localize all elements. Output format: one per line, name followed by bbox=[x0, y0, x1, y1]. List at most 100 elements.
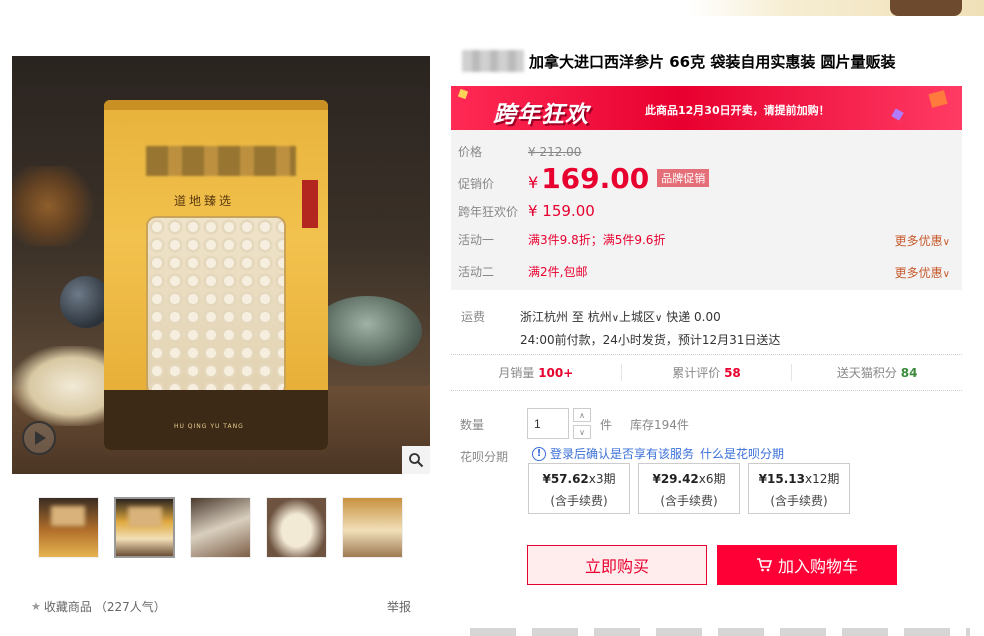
promo-price-row: 促销价 ¥ 169.00 品牌促销 bbox=[458, 162, 710, 195]
district-value: 上城区 bbox=[619, 310, 656, 324]
stats-bar: 月销量 100+ 累计评价 58 送天猫积分 84 bbox=[451, 354, 962, 391]
installment-amount: ¥29.42 bbox=[652, 472, 699, 486]
installment-info: ! 登录后确认是否享有该服务 什么是花呗分期 bbox=[532, 445, 784, 462]
installment-periods: x12期 bbox=[804, 472, 840, 486]
bag-window-slices bbox=[146, 216, 286, 396]
original-price-row: 价格 ¥ 212.00 bbox=[458, 143, 581, 160]
shipping-route: 浙江杭州 至 杭州∨上城区∨ 快递 0.00 bbox=[520, 308, 721, 325]
stat-label: 月销量 bbox=[498, 366, 535, 380]
add-to-cart-button[interactable]: 加入购物车 bbox=[717, 545, 897, 585]
installment-options: ¥57.62x3期 (含手续费) ¥29.42x6期 (含手续费) ¥15.13… bbox=[528, 463, 850, 514]
quantity-unit: 件 bbox=[600, 418, 613, 432]
promo-tag: 品牌促销 bbox=[657, 169, 710, 187]
installment-option-6[interactable]: ¥29.42x6期 (含手续费) bbox=[638, 463, 740, 514]
shipping-method: 快递 0.00 bbox=[666, 310, 721, 324]
bag-red-seal bbox=[302, 180, 318, 228]
bag-seal-strip bbox=[104, 100, 328, 110]
banner-note: 此商品12月30日开卖，请提前加购！ bbox=[645, 104, 830, 117]
thumbnail-blur bbox=[128, 507, 162, 527]
play-video-button[interactable] bbox=[22, 421, 56, 455]
city-select[interactable]: 杭州∨ bbox=[588, 310, 619, 324]
banner-confetti bbox=[457, 88, 469, 100]
title-row: 加拿大进口西洋参片 66克 袋装自用实惠装 圆片量贩装 bbox=[462, 50, 896, 72]
festival-price-label: 跨年狂欢价 bbox=[458, 205, 519, 219]
more-offers-2[interactable]: 更多优惠∨ bbox=[895, 264, 950, 281]
more-offers-label: 更多优惠 bbox=[894, 266, 943, 280]
installment-periods: x3期 bbox=[588, 472, 616, 486]
chevron-down-icon: ∨ bbox=[611, 313, 620, 324]
chevron-down-icon: ∨ bbox=[942, 269, 950, 280]
quantity-increase[interactable]: ∧ bbox=[573, 408, 591, 422]
favorite-label: 收藏商品 bbox=[43, 600, 92, 614]
stat-label: 累计评价 bbox=[672, 366, 721, 380]
activity-row-2: 活动二 满2件,包邮 bbox=[458, 263, 587, 280]
stat-label: 送天猫积分 bbox=[836, 366, 897, 380]
ship-from: 浙江杭州 bbox=[520, 310, 569, 324]
installment-help-link[interactable]: 什么是花呗分期 bbox=[700, 445, 784, 462]
installment-option-12[interactable]: ¥15.13x12期 (含手续费) bbox=[748, 463, 850, 514]
thumbnail-5[interactable] bbox=[342, 497, 403, 558]
installment-fee: (含手续费) bbox=[660, 494, 718, 508]
delivery-note: 24:00前付款，24小时发货，预计12月31日送达 bbox=[520, 333, 781, 347]
promo-banner: 跨年狂欢 此商品12月30日开卖，请提前加购！ bbox=[451, 86, 962, 130]
stock-count: 库存194件 bbox=[630, 418, 689, 432]
blurred-brand-name bbox=[462, 50, 524, 72]
original-price: ¥ 212.00 bbox=[528, 145, 582, 159]
activity-label: 活动一 bbox=[458, 233, 495, 247]
tmall-points: 送天猫积分 84 bbox=[792, 364, 962, 381]
activity-row-1: 活动一 满3件9.8折；满5件9.6折 bbox=[458, 231, 665, 248]
quantity-input[interactable] bbox=[527, 408, 569, 439]
chevron-down-icon: ∨ bbox=[942, 237, 950, 248]
review-count[interactable]: 累计评价 58 bbox=[622, 364, 793, 381]
monthly-sales: 月销量 100+ bbox=[451, 364, 622, 381]
main-product-image[interactable]: 道地臻选 HU QING YU TANG bbox=[12, 56, 430, 474]
stat-value: 84 bbox=[900, 366, 918, 380]
popularity-count: （227人气） bbox=[94, 600, 166, 614]
bag-bottom-band: HU QING YU TANG bbox=[104, 390, 328, 450]
cart-icon bbox=[756, 557, 772, 573]
activity-text: 满2件,包邮 bbox=[528, 265, 588, 279]
installment-amount: ¥57.62 bbox=[542, 472, 589, 486]
banner-giftbox bbox=[928, 90, 948, 108]
thumbnail-4[interactable] bbox=[266, 497, 327, 558]
festival-price: ¥ 159.00 bbox=[528, 202, 595, 220]
thumbnail-blur bbox=[51, 506, 85, 526]
stat-value: 100+ bbox=[538, 366, 574, 380]
report-link[interactable]: 举报 bbox=[387, 598, 411, 615]
background-bowl bbox=[312, 296, 422, 366]
thumbnail-2[interactable] bbox=[114, 497, 175, 558]
thumbnail-1[interactable] bbox=[38, 497, 99, 558]
installment-login-note[interactable]: 登录后确认是否享有该服务 bbox=[550, 445, 694, 462]
installment-label: 花呗分期 bbox=[460, 450, 509, 464]
installment-fee: (含手续费) bbox=[550, 494, 608, 508]
zoom-button[interactable] bbox=[402, 446, 430, 474]
original-price-label: 价格 bbox=[458, 145, 483, 159]
city-value: 杭州 bbox=[587, 310, 612, 324]
activity-text: 满3件9.8折；满5件9.6折 bbox=[528, 233, 666, 247]
district-select[interactable]: 上城区∨ bbox=[619, 310, 662, 324]
more-offers-label: 更多优惠 bbox=[894, 234, 943, 248]
quantity-decrease[interactable]: ∨ bbox=[573, 425, 591, 439]
favorite-link[interactable]: ★ 收藏商品 （227人气） bbox=[31, 598, 166, 615]
product-title: 加拿大进口西洋参片 66克 袋装自用实惠装 圆片量贩装 bbox=[529, 52, 896, 71]
promo-price-label: 促销价 bbox=[458, 177, 495, 191]
activity-label: 活动二 bbox=[458, 265, 495, 279]
top-banner-strip bbox=[0, 0, 984, 16]
price-panel: 价格 ¥ 212.00 促销价 ¥ 169.00 品牌促销 跨年狂欢价 ¥ 15… bbox=[451, 130, 962, 290]
stat-value: 58 bbox=[724, 366, 741, 380]
blurred-brand bbox=[146, 146, 296, 176]
festival-price-row: 跨年狂欢价 ¥ 159.00 bbox=[458, 202, 595, 220]
thumbnail-3[interactable] bbox=[190, 497, 251, 558]
background-flowers bbox=[12, 166, 102, 246]
bag-brand-text: 道地臻选 bbox=[174, 194, 235, 208]
banner-confetti bbox=[891, 108, 904, 121]
promo-price: 169.00 bbox=[541, 162, 650, 195]
more-offers-1[interactable]: 更多优惠∨ bbox=[895, 232, 950, 249]
bag-bottom-text: HU QING YU TANG bbox=[174, 423, 244, 430]
currency-symbol: ¥ bbox=[528, 173, 539, 192]
ship-to-word: 至 bbox=[571, 310, 584, 324]
quantity-label: 数量 bbox=[460, 418, 485, 432]
buy-now-button[interactable]: 立即购买 bbox=[527, 545, 707, 585]
star-icon: ★ bbox=[31, 600, 41, 613]
installment-option-3[interactable]: ¥57.62x3期 (含手续费) bbox=[528, 463, 630, 514]
